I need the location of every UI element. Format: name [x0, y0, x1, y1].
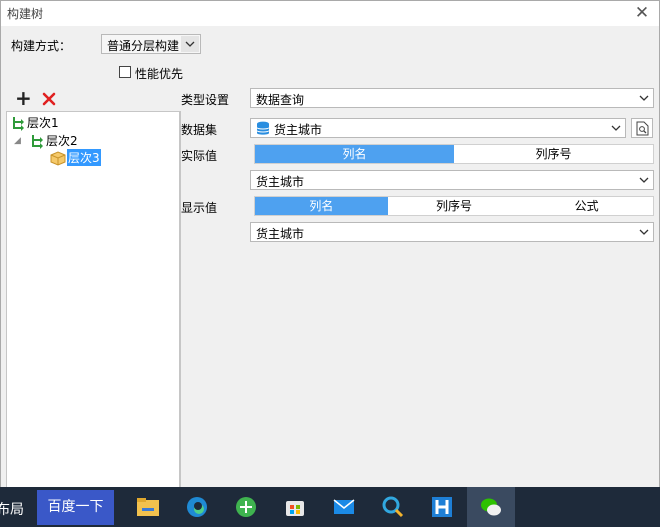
title-bar: 构建树 ✕ [1, 1, 659, 26]
chevron-down-icon [636, 90, 652, 106]
build-method-label: 构建方式： [11, 39, 72, 53]
tree-node-level3[interactable]: 层次3 [49, 149, 101, 166]
type-value: 数据查询 [256, 93, 305, 107]
tree-node-level2[interactable]: 层次2 [29, 132, 79, 149]
box-icon [50, 150, 66, 166]
tree-node-label: 层次2 [46, 134, 78, 148]
file-explorer-icon[interactable] [136, 495, 160, 519]
display-value-value: 货主城市 [256, 227, 305, 241]
build-method-value: 普通分层构建 [107, 39, 180, 53]
perf-checkbox[interactable] [119, 66, 131, 78]
display-value-label: 显示值 [181, 201, 218, 215]
build-tree-dialog: 构建树 ✕ 构建方式： 普通分层构建 性能优先 + 层次1 ◢ 层次2 层次3 … [0, 0, 660, 490]
tab-formula[interactable]: 公式 [520, 197, 653, 215]
tab-column-index[interactable]: 列序号 [388, 197, 521, 215]
chat-app-icon[interactable] [381, 495, 405, 519]
perf-label: 性能优先 [135, 67, 184, 81]
chevron-down-icon [636, 172, 652, 188]
expand-icon[interactable]: ◢ [14, 136, 21, 146]
baidu-search-button[interactable]: 百度一下 [37, 490, 114, 525]
taskbar: 布局 百度一下 [0, 487, 660, 527]
dataset-label: 数据集 [181, 123, 218, 137]
mail-icon[interactable] [332, 495, 356, 519]
chevron-down-icon [636, 224, 652, 240]
display-value-tabs: 列名 列序号 公式 [254, 196, 654, 216]
dataset-value: 货主城市 [274, 123, 323, 137]
tree-panel: 层次1 ◢ 层次2 层次3 [6, 111, 180, 489]
app-icon[interactable] [430, 495, 454, 519]
tree-node-level1[interactable]: 层次1 [10, 114, 60, 131]
tab-column-name[interactable]: 列名 [255, 197, 388, 215]
preview-button[interactable] [631, 118, 653, 138]
add-icon[interactable]: + [15, 88, 32, 108]
window-title: 构建树 [7, 7, 44, 21]
taskbar-text: 布局 [0, 502, 24, 518]
type-label: 类型设置 [181, 93, 230, 107]
preview-icon [636, 121, 649, 136]
actual-value-label: 实际值 [181, 149, 218, 163]
chevron-down-icon [608, 120, 624, 136]
tree-node-label: 层次1 [27, 116, 59, 130]
edge-icon[interactable] [185, 495, 209, 519]
type-select[interactable]: 数据查询 [250, 88, 654, 108]
build-method-select[interactable]: 普通分层构建 [101, 34, 201, 54]
store-icon[interactable] [283, 495, 307, 519]
chevron-down-icon [181, 36, 199, 52]
database-icon [256, 121, 270, 135]
display-value-select[interactable]: 货主城市 [250, 222, 654, 242]
hierarchy-icon [32, 134, 43, 149]
actual-value-tabs: 列名 列序号 [254, 144, 654, 164]
hierarchy-icon [13, 116, 24, 131]
browser-icon[interactable] [234, 495, 258, 519]
tab-column-index[interactable]: 列序号 [454, 145, 653, 163]
dataset-select[interactable]: 货主城市 [250, 118, 626, 138]
panel-divider [180, 111, 181, 489]
tab-column-name[interactable]: 列名 [255, 145, 454, 163]
wechat-icon[interactable] [479, 495, 503, 519]
tree-node-label: 层次3 [67, 149, 101, 166]
actual-value-value: 货主城市 [256, 175, 305, 189]
close-button[interactable]: ✕ [629, 3, 655, 24]
delete-icon[interactable] [41, 91, 57, 107]
actual-value-select[interactable]: 货主城市 [250, 170, 654, 190]
